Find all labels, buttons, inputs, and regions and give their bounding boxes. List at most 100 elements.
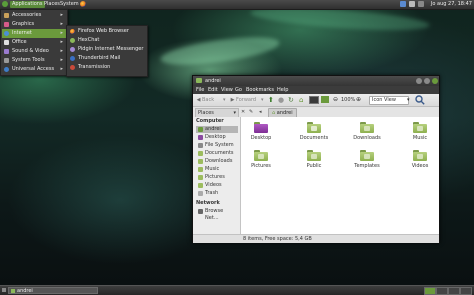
submenu-item-hexchat[interactable]: HexChat <box>68 36 146 45</box>
file-item-desktop[interactable]: Desktop <box>244 122 278 152</box>
menu-item-internet[interactable]: Internet ▸ <box>2 29 66 38</box>
file-item-pictures[interactable]: Pictures <box>244 150 278 180</box>
up-arrow-icon[interactable]: ⬆ <box>268 95 274 105</box>
network-tray-icon[interactable] <box>400 1 406 7</box>
submenu-item-pidgin[interactable]: Pidgin Internet Messenger <box>68 45 146 54</box>
sidebar-item-videos[interactable]: Videos <box>196 182 238 189</box>
sidebar-item-label: Downloads <box>205 158 233 164</box>
window-title: andrei <box>205 78 221 84</box>
maximize-button[interactable] <box>424 78 430 84</box>
file-name: Documents <box>299 135 329 141</box>
file-item-downloads[interactable]: Downloads <box>350 122 384 152</box>
submenu-item-transmission[interactable]: Transmission <box>68 63 146 72</box>
status-bar: 8 items, Free space: 5,4 GB <box>193 234 439 243</box>
submenu-item-firefox[interactable]: Firefox Web Browser <box>68 27 146 36</box>
menu-item-label: Sound & Video <box>12 48 49 54</box>
folder-icon <box>360 122 374 133</box>
submenu-item-label: Pidgin Internet Messenger <box>78 46 144 52</box>
search-icon[interactable] <box>415 95 425 105</box>
applications-menu-button[interactable]: Applications <box>10 1 45 8</box>
places-menu-button[interactable]: Places <box>44 1 60 8</box>
menu-item-system-tools[interactable]: System Tools ▸ <box>2 56 66 65</box>
file-name: Videos <box>411 163 429 169</box>
menu-item-graphics[interactable]: Graphics ▸ <box>2 20 66 29</box>
menu-item-office[interactable]: Office ▸ <box>2 38 66 47</box>
sidebar-item-downloads[interactable]: Downloads <box>196 158 238 165</box>
forward-dropdown[interactable]: ▾ <box>261 95 264 105</box>
folder-icon <box>254 150 268 161</box>
submenu-item-thunderbird[interactable]: Thunderbird Mail <box>68 54 146 63</box>
home-icon[interactable]: ⌂ <box>299 95 303 105</box>
office-icon <box>4 40 9 45</box>
pidgin-icon <box>70 47 75 52</box>
sidebar-item-documents[interactable]: Documents <box>196 150 238 157</box>
path-edit-icon[interactable]: ✎ <box>249 108 253 116</box>
chevron-down-icon[interactable]: ▾ <box>407 95 410 105</box>
submenu-item-label: Transmission <box>78 64 111 70</box>
chevron-left-icon[interactable]: ◂ <box>259 108 262 116</box>
status-text: 8 items, Free space: 5,4 GB <box>243 236 312 242</box>
computer-icon[interactable] <box>309 95 319 105</box>
sidebar-mode-label: Places <box>198 110 214 116</box>
system-menu-button[interactable]: System <box>60 1 79 8</box>
volume-tray-icon[interactable] <box>409 1 415 7</box>
sidebar-item-file-system[interactable]: File System <box>196 142 238 149</box>
zoom-in-icon[interactable]: ⊕ <box>356 95 361 105</box>
close-sidebar-icon[interactable]: ✕ <box>241 108 245 116</box>
sidebar-item-music[interactable]: Music <box>196 166 238 173</box>
menu-go[interactable]: Go <box>235 86 242 94</box>
power-tray-icon[interactable] <box>418 1 424 7</box>
file-item-public[interactable]: Public <box>297 150 331 180</box>
sidebar-item-desktop[interactable]: Desktop <box>196 134 238 141</box>
folder-icon <box>198 151 203 156</box>
menu-view[interactable]: View <box>221 86 233 94</box>
back-label: Back <box>202 97 215 103</box>
sidebar-item-andrei[interactable]: andrei <box>196 126 238 133</box>
zoom-out-icon[interactable]: ⊖ <box>333 95 338 105</box>
file-item-templates[interactable]: Templates <box>350 150 384 180</box>
minimize-button[interactable] <box>416 78 422 84</box>
search-toolbar-icon[interactable] <box>321 95 329 105</box>
menu-bar: File Edit View Go Bookmarks Help <box>193 86 439 94</box>
clock[interactable]: Jo aug 27, 18:47 <box>431 1 472 8</box>
menu-item-sound-video[interactable]: Sound & Video ▸ <box>2 47 66 56</box>
view-mode-select[interactable]: Icon View <box>369 96 409 105</box>
sidebar-item-browse-network[interactable]: Browse Net... <box>196 208 238 221</box>
menu-item-accessories[interactable]: Accessories ▸ <box>2 11 66 20</box>
folder-icon <box>254 122 268 133</box>
file-item-videos[interactable]: Videos <box>403 150 437 180</box>
file-name: Music <box>412 135 428 141</box>
menu-help[interactable]: Help <box>277 86 288 94</box>
desktop-icon <box>198 135 203 140</box>
submenu-item-label: HexChat <box>78 37 100 43</box>
stop-icon[interactable]: ● <box>278 95 284 105</box>
chevron-down-icon: ▾ <box>233 110 236 116</box>
file-item-music[interactable]: Music <box>403 122 437 152</box>
sidebar-item-pictures[interactable]: Pictures <box>196 174 238 181</box>
folder-icon <box>11 289 15 293</box>
chevron-right-icon: ▸ <box>60 57 63 63</box>
back-dropdown[interactable]: ▾ <box>223 95 226 105</box>
back-button[interactable]: ◀ Back <box>195 95 215 105</box>
menu-bookmarks[interactable]: Bookmarks <box>246 86 274 94</box>
firefox-launcher-icon[interactable] <box>80 1 86 7</box>
sidebar-item-label: Documents <box>205 150 234 156</box>
forward-button[interactable]: ▶ Forward <box>229 95 257 105</box>
menu-item-label: Accessories <box>12 12 42 18</box>
menu-item-label: Universal Access <box>12 66 55 72</box>
breadcrumb-label: andrei <box>276 110 293 116</box>
taskbar-window-button[interactable]: andrei <box>8 287 98 294</box>
graphics-icon <box>4 22 9 27</box>
menu-edit[interactable]: Edit <box>208 86 218 94</box>
zoom-level[interactable]: 100% <box>341 95 355 105</box>
window-titlebar[interactable]: andrei <box>193 76 439 86</box>
file-item-documents[interactable]: Documents <box>297 122 331 152</box>
close-button[interactable] <box>432 78 438 84</box>
menu-item-universal-access[interactable]: Universal Access ▸ <box>2 65 66 74</box>
sidebar-item-trash[interactable]: Trash <box>196 190 238 197</box>
show-desktop-icon[interactable] <box>2 288 6 292</box>
arrow-right-icon: ▶ <box>230 97 235 103</box>
sidebar-item-label: Browse Net... <box>205 208 224 221</box>
menu-file[interactable]: File <box>196 86 204 94</box>
reload-icon[interactable]: ↻ <box>288 95 294 105</box>
